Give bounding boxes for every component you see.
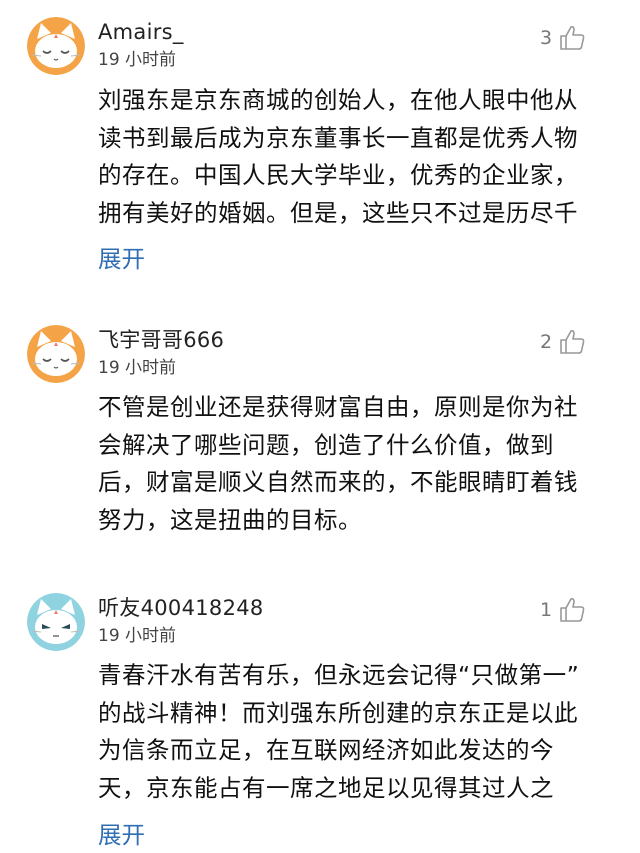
comment-line: 的存在。中国人民大学毕业，优秀的企业家， [98,161,578,189]
timestamp: 19 小时前 [98,358,177,378]
comment-line: 青春汗水有苦有乐，但永远会记得“只做第一” [98,661,580,689]
comment-line: 不管是创业还是获得财富自由，原则是你为社 [98,393,578,421]
expand-link[interactable]: 展开 [98,820,145,850]
comment-text: 青春汗水有苦有乐，但永远会记得“只做第一” 的战斗精神！而刘强东所创建的京东正是… [98,657,608,807]
user-avatar[interactable] [27,325,85,383]
cat-avatar-icon [27,593,85,651]
comment-line: 会解决了哪些问题，创造了什么价值，做到 [98,430,554,459]
username[interactable]: Amairs_ [98,19,184,45]
expand-link[interactable]: 展开 [98,244,145,274]
comment-line: 天，京东能占有一席之地足以见得其过人之 [98,773,554,802]
comment-line: 的战斗精神！而刘强东所创建的京东正是以此 [98,698,578,727]
like-button[interactable]: 1 [540,593,586,627]
username[interactable]: 飞宇哥哥666 [98,327,224,353]
like-count: 2 [540,331,553,353]
comment-line: 努力，这是扭曲的目标。 [98,505,362,534]
comment-line: 刘强东是京东商城的创始人，在他人眼中他从 [98,86,578,114]
username[interactable]: 听友400418248 [98,595,264,621]
cat-avatar-icon [27,325,85,383]
comment-text: 不管是创业还是获得财富自由，原则是你为社 会解决了哪些问题，创造了什么价值，做到… [98,389,608,539]
user-avatar[interactable] [27,593,85,651]
timestamp: 19 小时前 [98,626,177,646]
thumbs-up-icon [558,24,586,52]
thumbs-up-icon [558,328,586,356]
user-avatar[interactable] [27,17,85,75]
comment-line: 拥有美好的婚姻。但是，这些只不过是历尽千 [98,198,578,227]
timestamp: 19 小时前 [98,50,177,70]
comment-line: 为信条而立足，在互联网经济如此发达的今 [98,736,554,764]
like-button[interactable]: 3 [540,21,586,55]
comment-text: 刘强东是京东商城的创始人，在他人眼中他从 读书到最后成为京东董事长一直都是优秀人… [98,82,608,232]
comment-line: 读书到最后成为京东董事长一直都是优秀人物 [98,123,578,152]
thumbs-up-icon [558,596,586,624]
like-count: 3 [540,27,553,49]
cat-avatar-icon [27,17,85,75]
comment-line: 后，财富是顺义自然而来的，不能眼睛盯着钱 [98,468,578,496]
like-button[interactable]: 2 [540,325,586,359]
like-count: 1 [540,599,553,621]
